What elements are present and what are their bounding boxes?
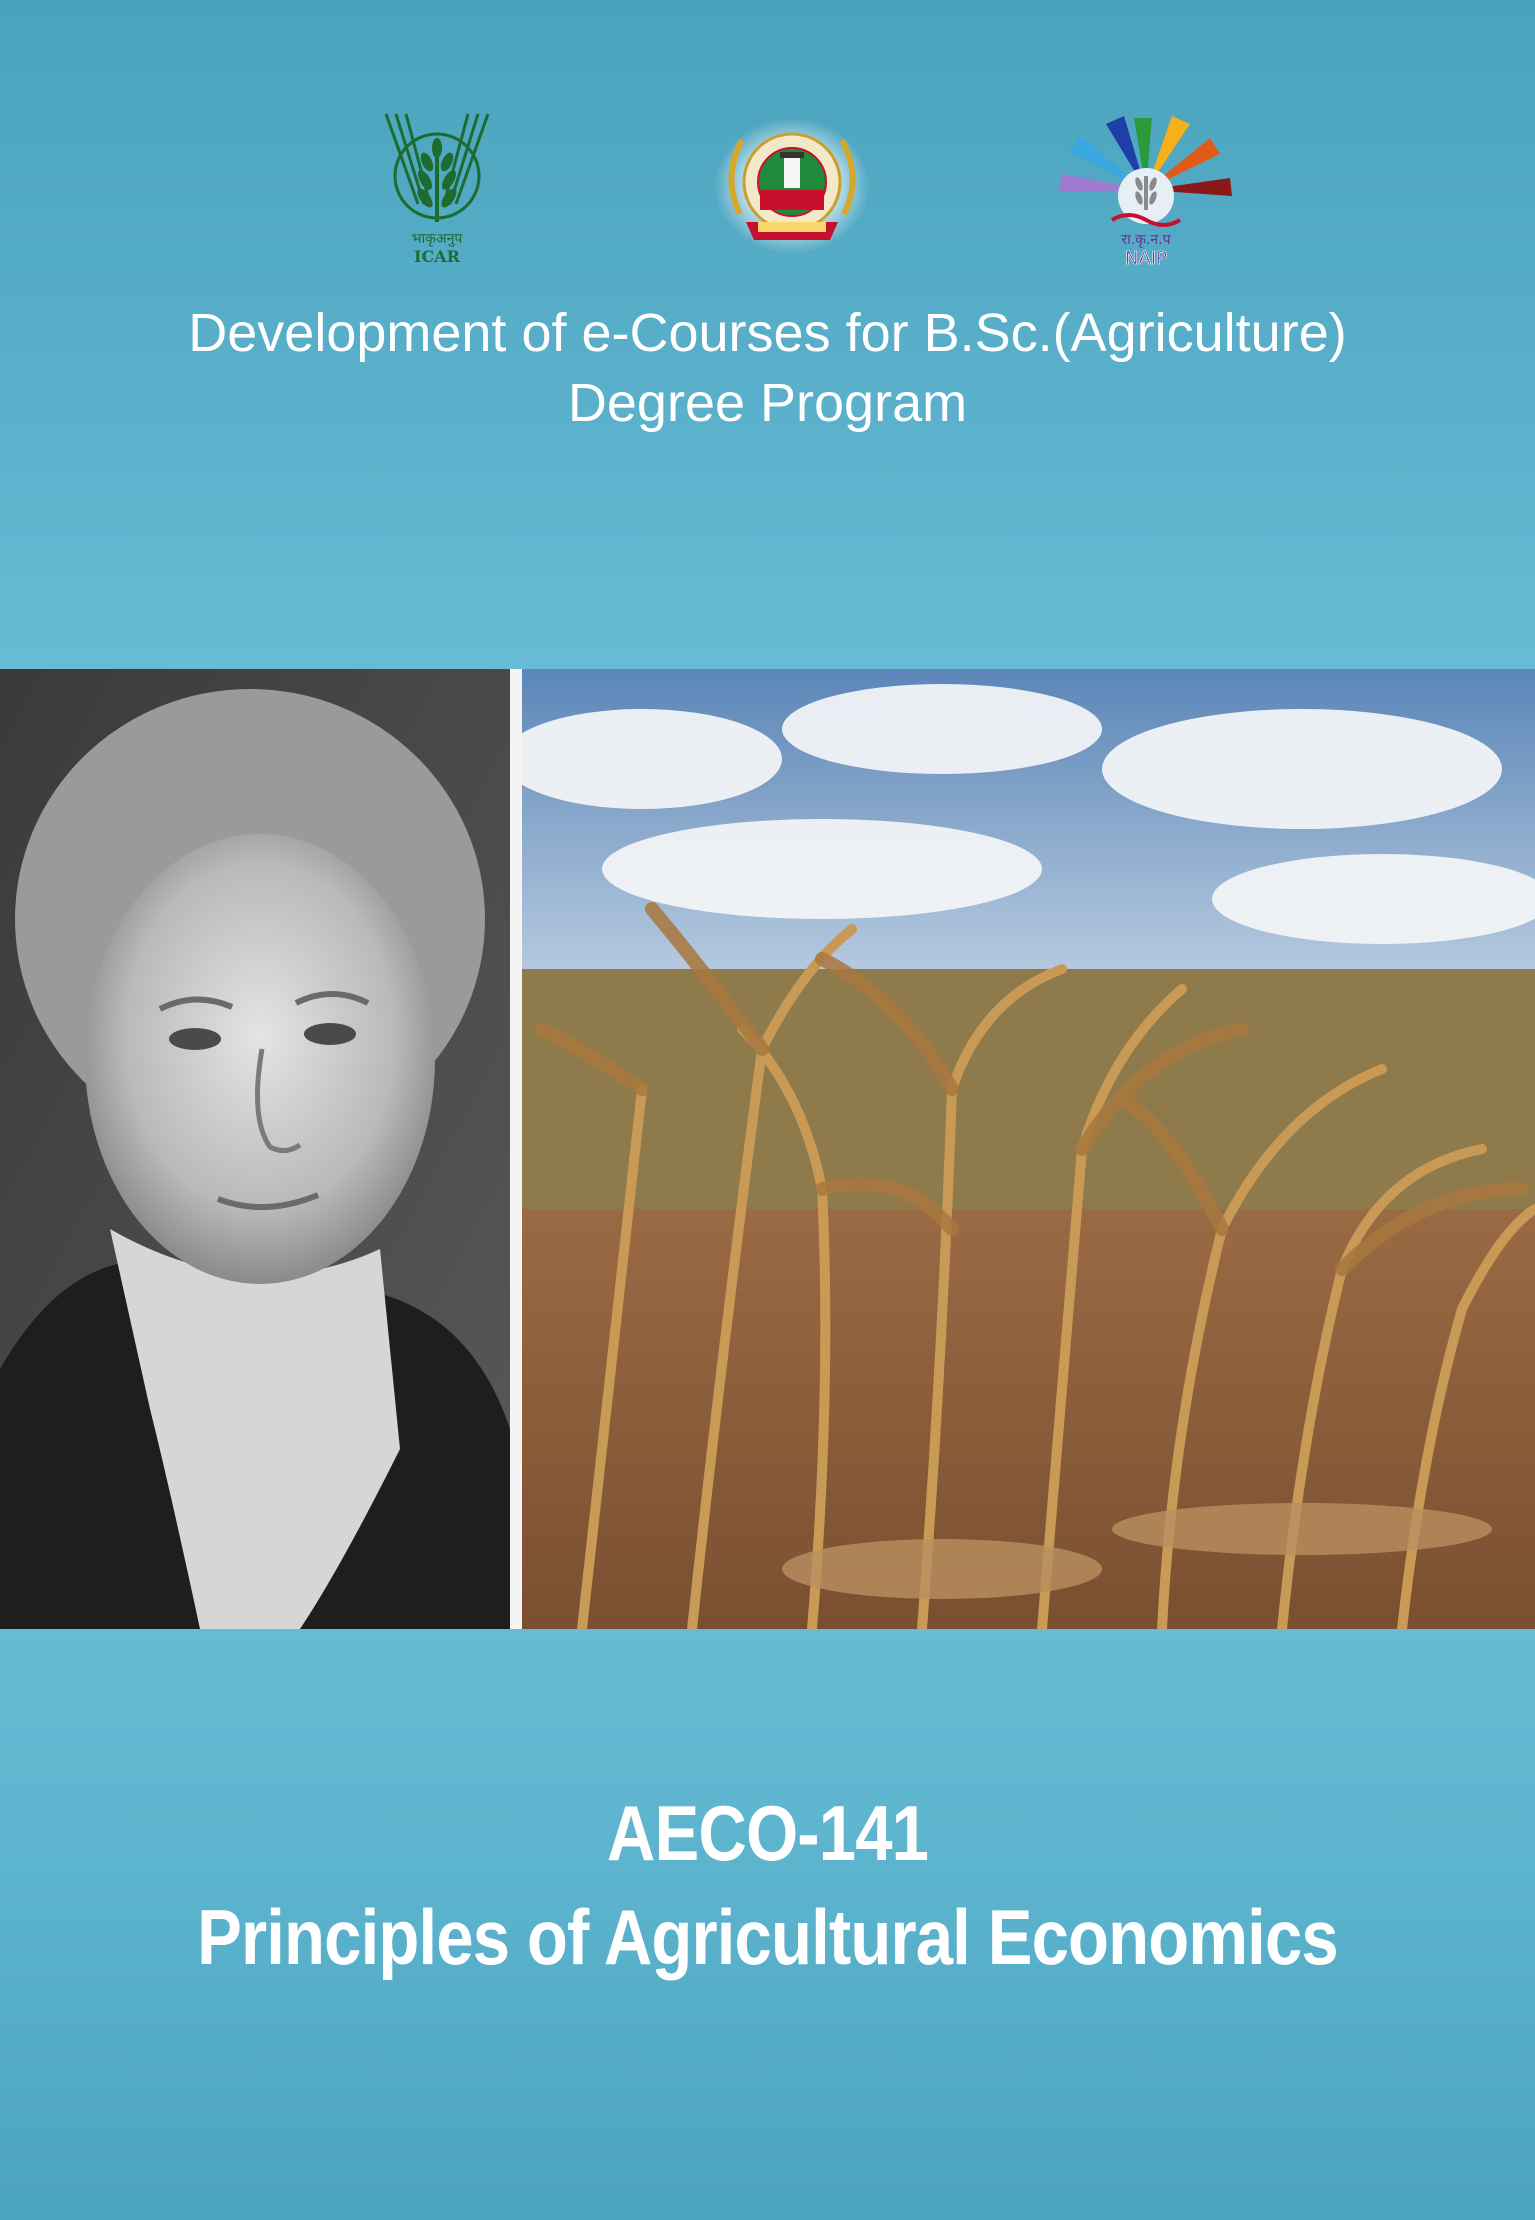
- cover-photo-strip: [0, 669, 1535, 1629]
- naip-sunburst-icon: रा.कृ.न.प NAIP: [1058, 116, 1232, 269]
- tnau-seal: [712, 118, 872, 258]
- icar-hindi-text: भाकृअनुप: [412, 231, 464, 247]
- series-title-line-1: Development of e-Courses for B.Sc.(Agric…: [188, 303, 1347, 363]
- portrait-image: [0, 669, 510, 1629]
- icar-emblem-icon: भाकृअनुप ICAR: [384, 113, 490, 266]
- course-name: Principles of Agricultural Economics: [197, 1893, 1339, 1981]
- icar-label: ICAR: [414, 247, 461, 266]
- icar-logo: भाकृअनुप ICAR: [372, 108, 502, 268]
- tnau-seal-icon: [714, 118, 870, 254]
- course-code: AECO-141: [606, 1789, 929, 1877]
- naip-hindi-text: रा.कृ.न.प: [1121, 232, 1171, 248]
- series-title: Development of e-Courses for B.Sc.(Agric…: [0, 298, 1535, 438]
- naip-label: NAIP: [1125, 248, 1167, 269]
- naip-logo: रा.कृ.न.प NAIP: [1056, 110, 1236, 270]
- series-title-line-2: Degree Program: [567, 373, 968, 433]
- drought-field-image: [522, 669, 1535, 1629]
